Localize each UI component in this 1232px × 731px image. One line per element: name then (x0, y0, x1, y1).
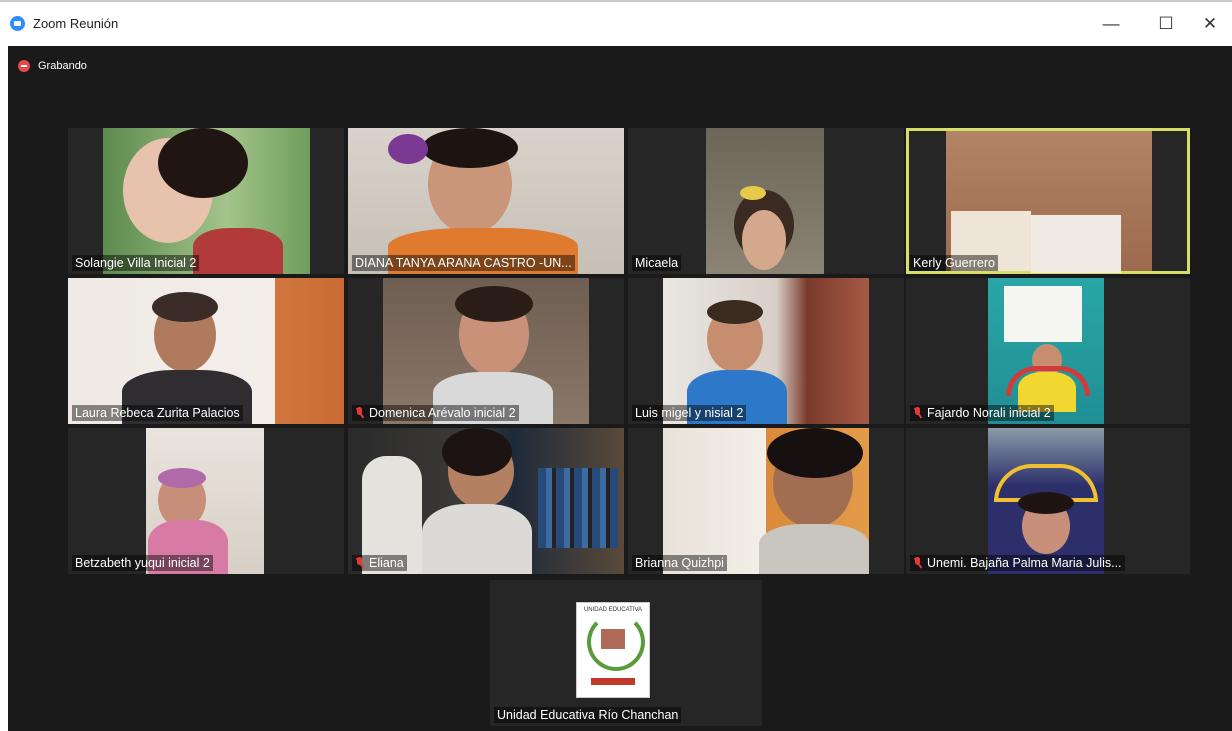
participant-video (146, 428, 264, 574)
participant-name: Kerly Guerrero (910, 255, 998, 271)
muted-mic-icon (355, 407, 364, 419)
recording-icon (18, 60, 30, 72)
school-logo: UNIDAD EDUCATIVA (576, 602, 650, 698)
participant-name: Betzabeth yuqui inicial 2 (72, 555, 213, 571)
minimize-button[interactable]: — (1097, 12, 1125, 36)
participant-video (988, 428, 1104, 574)
recording-indicator[interactable]: Grabando (18, 60, 87, 72)
participant-name: Unemi. Bajaña Palma Maria Julis... (910, 555, 1125, 571)
participant-name: Laura Rebeca Zurita Palacios (72, 405, 243, 421)
participant-video (663, 428, 869, 574)
participant-tile[interactable]: Micaela (628, 128, 904, 274)
window-title: Zoom Reunión (33, 16, 119, 31)
participant-tile[interactable]: Unemi. Bajaña Palma Maria Julis... (906, 428, 1190, 574)
participant-tile[interactable]: Luis migel y nisial 2 (628, 278, 904, 424)
participant-video (383, 278, 589, 424)
close-button[interactable]: ✕ (1196, 12, 1224, 36)
participant-name: Unidad Educativa Río Chanchan (494, 707, 682, 723)
maximize-button[interactable]: ☐ (1152, 12, 1180, 36)
title-bar: Zoom Reunión — ☐ ✕ (0, 0, 1232, 46)
participant-name: Solangie Villa Inicial 2 (72, 255, 200, 271)
muted-mic-icon (913, 407, 922, 419)
recording-label: Grabando (38, 60, 87, 72)
participant-video (348, 428, 624, 574)
participant-name: Micaela (632, 255, 682, 271)
participant-video (988, 278, 1104, 424)
participant-tile[interactable]: Fajardo Norali inicial 2 (906, 278, 1190, 424)
meeting-area: Grabando Solangie Villa Inicial 2 DIANA … (8, 46, 1232, 731)
participant-tile[interactable]: Solangie Villa Inicial 2 (68, 128, 344, 274)
participant-video (103, 128, 310, 274)
participant-name: Eliana (352, 555, 407, 571)
participant-video (663, 278, 869, 424)
participant-name: Domenica Arévalo inicial 2 (352, 405, 519, 421)
participant-tile[interactable]: Laura Rebeca Zurita Palacios (68, 278, 344, 424)
participant-tile-active[interactable]: Kerly Guerrero (906, 128, 1190, 274)
participant-tile[interactable]: UNIDAD EDUCATIVA Unidad Educativa Río Ch… (490, 580, 762, 726)
participant-name: Luis migel y nisial 2 (632, 405, 747, 421)
participant-video (348, 128, 624, 274)
participant-tile[interactable]: DIANA TANYA ARANA CASTRO -UN... (348, 128, 624, 274)
participant-tile[interactable]: Eliana (348, 428, 624, 574)
participant-name: DIANA TANYA ARANA CASTRO -UN... (352, 255, 575, 271)
participant-tile[interactable]: Betzabeth yuqui inicial 2 (68, 428, 344, 574)
participant-tile[interactable]: Domenica Arévalo inicial 2 (348, 278, 624, 424)
zoom-icon (10, 16, 25, 31)
participant-tile[interactable]: Brianna Quizhpi (628, 428, 904, 574)
participant-video (706, 128, 824, 274)
participant-video (946, 131, 1152, 273)
participant-video (68, 278, 344, 424)
muted-mic-icon (355, 557, 364, 569)
muted-mic-icon (913, 557, 922, 569)
participant-name: Brianna Quizhpi (632, 555, 727, 571)
participant-name: Fajardo Norali inicial 2 (910, 405, 1054, 421)
